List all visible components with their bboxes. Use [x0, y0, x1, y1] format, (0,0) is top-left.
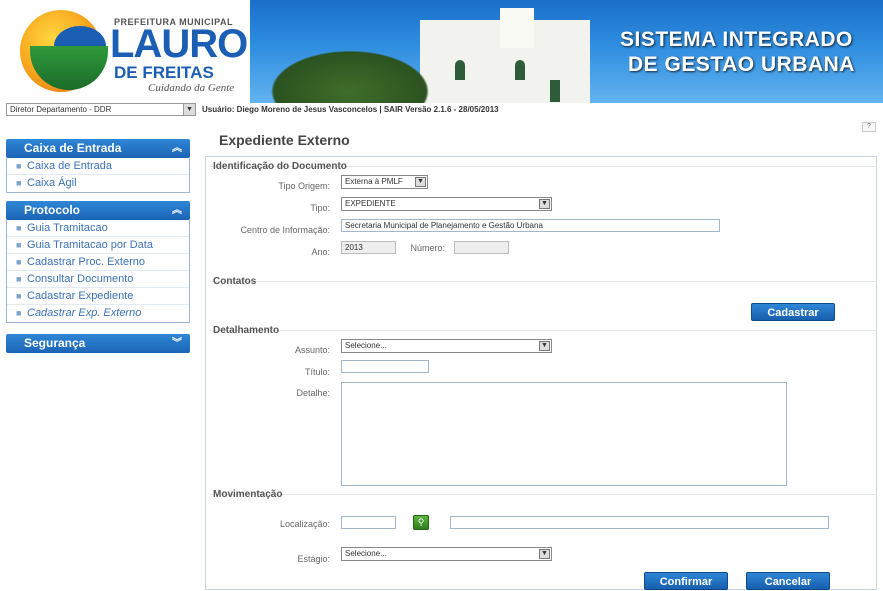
chevron-down-icon: ▼ — [539, 199, 550, 209]
assunto-label: Assunto: — [294, 345, 330, 355]
titulo-input[interactable] — [341, 360, 429, 373]
ano-label: Ano: — [311, 247, 330, 257]
bullet-icon: ■ — [16, 178, 22, 188]
chevron-up-icon: ︽ — [172, 205, 182, 216]
sidebar-item-label: Cadastrar Proc. Externo — [27, 256, 145, 268]
legend-movimentacao: Movimentação — [213, 489, 283, 500]
titulo-label: Título: — [304, 367, 330, 377]
sidebar-item-label: Cadastrar Expediente — [27, 290, 134, 302]
sidebar-section-title: Protocolo — [24, 203, 80, 217]
sidebar-item-label: Caixa Ágil — [27, 177, 77, 189]
bullet-icon: ■ — [16, 240, 22, 250]
localizacao-label: Localização: — [279, 519, 330, 529]
detalhe-label: Detalhe: — [296, 388, 330, 398]
tipo-label: Tipo: — [310, 203, 330, 213]
sidebar-item-label: Guia Tramitacao — [27, 222, 108, 234]
assunto-value: Selecione... — [345, 341, 387, 350]
sidebar-section-seguranca[interactable]: Segurança ︾ — [6, 334, 190, 353]
sidebar-item-cadastrar-proc-externo[interactable]: ■ Cadastrar Proc. Externo — [7, 254, 189, 271]
church-tower-image — [500, 8, 534, 48]
localizacao-code-input[interactable] — [341, 516, 396, 529]
church-door-image — [550, 80, 560, 102]
sidebar-section-title: Segurança — [24, 336, 86, 350]
church-door-image — [515, 60, 525, 80]
estagio-select[interactable]: Selecione... ▼ — [341, 547, 552, 561]
chevron-down-icon: ▼ — [539, 549, 550, 559]
sidebar-item-cadastrar-exp-externo[interactable]: ■ Cadastrar Exp. Externo — [7, 305, 189, 322]
legend-identificacao: Identificação do Documento — [213, 161, 347, 172]
estagio-value: Selecione... — [345, 549, 387, 558]
help-button[interactable]: ? — [862, 122, 876, 132]
tipo-select[interactable]: EXPEDIENTE ▼ — [341, 197, 552, 211]
bullet-icon: ■ — [16, 274, 22, 284]
chevron-down-icon: ▼ — [183, 104, 195, 115]
page-title: Expediente Externo — [219, 132, 350, 148]
numero-label: Número: — [410, 243, 445, 253]
bullet-icon: ■ — [16, 161, 22, 171]
bullet-icon: ■ — [16, 291, 22, 301]
bullet-icon: ■ — [16, 257, 22, 267]
ano-input[interactable]: 2013 — [341, 241, 396, 254]
sidebar-section-protocolo[interactable]: Protocolo ︽ — [6, 201, 190, 220]
sidebar-section-title: Caixa de Entrada — [24, 141, 122, 155]
localizacao-desc-input[interactable] — [450, 516, 829, 529]
sidebar-item-label: Consultar Documento — [27, 273, 134, 285]
tipo-origem-select[interactable]: Externa à PMLF ▼ — [341, 175, 428, 189]
assunto-select[interactable]: Selecione... ▼ — [341, 339, 552, 353]
chevron-up-icon: ︽ — [172, 143, 182, 154]
numero-input[interactable] — [454, 241, 509, 254]
chevron-down-icon: ︾ — [172, 338, 182, 349]
estagio-label: Estágio: — [297, 554, 330, 564]
sidebar-item-guia-tramitacao-data[interactable]: ■ Guia Tramitacao por Data — [7, 237, 189, 254]
sidebar-list-caixa: ■ Caixa de Entrada ■ Caixa Ágil — [6, 158, 190, 193]
sidebar-item-cadastrar-expediente[interactable]: ■ Cadastrar Expediente — [7, 288, 189, 305]
chevron-down-icon: ▼ — [415, 177, 426, 187]
chevron-down-icon: ▼ — [539, 341, 550, 351]
centro-input[interactable]: Secretaria Municipal de Planejamento e G… — [341, 219, 720, 232]
search-icon[interactable]: ⚲ — [413, 515, 429, 530]
confirmar-button[interactable]: Confirmar — [644, 572, 728, 590]
department-select[interactable]: Diretor Departamento - DDR ▼ — [6, 103, 196, 116]
cancelar-button[interactable]: Cancelar — [746, 572, 830, 590]
system-title-line1: SISTEMA INTEGRADO — [620, 28, 853, 51]
department-select-value: Diretor Departamento - DDR — [10, 105, 112, 114]
sidebar-item-caixa-agil[interactable]: ■ Caixa Ágil — [7, 175, 189, 192]
cadastrar-button[interactable]: Cadastrar — [751, 303, 835, 321]
sidebar-section-caixa-de-entrada[interactable]: Caixa de Entrada ︽ — [6, 139, 190, 158]
sidebar-item-caixa-de-entrada[interactable]: ■ Caixa de Entrada — [7, 158, 189, 175]
tipo-origem-value: Externa à PMLF — [345, 177, 403, 186]
centro-label: Centro de Informação: — [240, 225, 330, 235]
palm-tree-image — [260, 45, 440, 103]
sidebar-item-guia-tramitacao[interactable]: ■ Guia Tramitacao — [7, 220, 189, 237]
sidebar-item-label: Caixa de Entrada — [27, 160, 112, 172]
logo-lauro-text: LAURO — [110, 22, 248, 66]
bullet-icon: ■ — [16, 223, 22, 233]
logo-freitas-text: DE FREITAS — [114, 63, 214, 82]
sidebar-item-label: Guia Tramitacao por Data — [27, 239, 153, 251]
legend-contatos: Contatos — [213, 276, 257, 287]
legend-detalhamento: Detalhamento — [213, 325, 280, 336]
logo-slogan: Cuidando da Gente — [148, 82, 235, 94]
sidebar-item-label: Cadastrar Exp. Externo — [27, 307, 142, 319]
sidebar-item-consultar-documento[interactable]: ■ Consultar Documento — [7, 271, 189, 288]
detalhe-textarea[interactable] — [341, 382, 787, 486]
system-title-line2: DE GESTAO URBANA — [628, 53, 855, 76]
bullet-icon: ■ — [16, 308, 22, 318]
sidebar-list-protocolo: ■ Guia Tramitacao ■ Guia Tramitacao por Da… — [6, 220, 190, 323]
tipo-value: EXPEDIENTE — [345, 199, 396, 208]
church-door-image — [455, 60, 465, 80]
tipo-origem-label: Tipo Origem: — [278, 181, 330, 191]
user-info: Usuário: Diego Moreno de Jesus Vasconcel… — [202, 105, 499, 114]
